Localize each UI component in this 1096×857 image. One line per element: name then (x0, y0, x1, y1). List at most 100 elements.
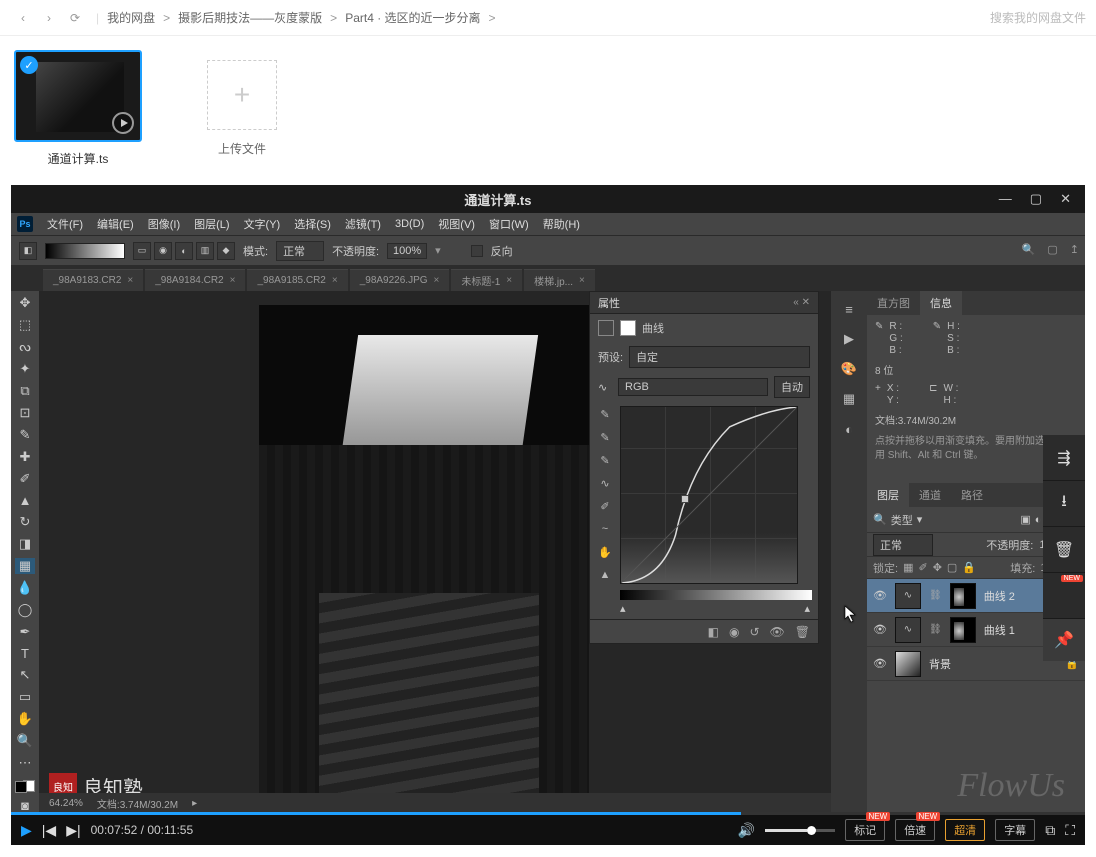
menu-view[interactable]: 视图(V) (432, 214, 481, 234)
new-feature-button[interactable]: NEW (1043, 573, 1085, 619)
eyedropper-tool-icon[interactable]: ✎ (15, 427, 35, 443)
layers-tab[interactable]: 图层 (867, 483, 909, 507)
properties-tab[interactable]: 属性 (598, 295, 620, 311)
doc-tab[interactable]: 楼梯.jp...× (524, 269, 595, 291)
speed-button[interactable]: 倍速NEW (895, 819, 935, 841)
shape-tool-icon[interactable]: ▭ (15, 689, 35, 705)
wand-tool-icon[interactable]: ✦ (15, 361, 35, 377)
view-prev-icon[interactable]: ◉ (729, 625, 739, 639)
hand-tool-icon[interactable]: ✋ (15, 711, 35, 727)
heal-tool-icon[interactable]: ✚ (15, 449, 35, 465)
panel-menu-icon[interactable]: « ✕ (793, 297, 810, 308)
sampler-icon[interactable]: ✎ (597, 429, 613, 445)
move-tool-icon[interactable]: ✥ (15, 295, 35, 311)
blend-mode-select[interactable]: 正常 (276, 241, 324, 261)
delete-button[interactable]: 🗑 (1043, 527, 1085, 573)
layer-mask-thumb[interactable] (950, 583, 976, 609)
doc-tab[interactable]: _98A9183.CR2× (43, 269, 143, 291)
grad-diamond-icon[interactable]: ◆ (217, 242, 235, 260)
dodge-tool-icon[interactable]: ◯ (15, 602, 35, 618)
nav-back-icon[interactable]: ‹ (12, 7, 34, 29)
bookmark-button[interactable]: 标记NEW (845, 819, 885, 841)
styles-dock-icon[interactable]: ▦ (839, 389, 859, 409)
crumb-1[interactable]: 摄影后期技法——灰度蒙版 (178, 9, 322, 26)
zoom-level[interactable]: 64.24% (49, 798, 83, 809)
plus-icon[interactable]: + (207, 60, 277, 130)
crumb-2[interactable]: Part4 · 选区的近一步分离 (345, 9, 480, 26)
grad-linear-icon[interactable]: ▭ (133, 242, 151, 260)
lock-pos-icon[interactable]: ✥ (933, 561, 942, 574)
curve-point[interactable] (681, 495, 689, 503)
pen-tool-icon[interactable]: ✒ (15, 624, 35, 640)
minimize-button[interactable]: — (999, 191, 1012, 207)
menu-filter[interactable]: 滤镜(T) (339, 214, 387, 234)
menu-window[interactable]: 窗口(W) (483, 214, 535, 234)
visibility-icon[interactable]: 👁 (873, 623, 887, 636)
menu-type[interactable]: 文字(Y) (238, 214, 287, 234)
menu-layer[interactable]: 图层(L) (188, 214, 235, 234)
download-button[interactable]: ⭳ (1043, 481, 1085, 527)
curve-mode-icon[interactable]: ∿ (597, 475, 613, 491)
doc-tab[interactable]: _98A9184.CR2× (145, 269, 245, 291)
check-icon[interactable]: ✓ (20, 56, 38, 74)
visibility-icon[interactable]: 👁 (873, 589, 887, 602)
path-tool-icon[interactable]: ↖ (15, 667, 35, 683)
auto-button[interactable]: 自动 (774, 376, 810, 398)
gradient-preview[interactable] (45, 243, 125, 259)
search-input[interactable]: 搜索我的网盘文件 (990, 9, 1086, 26)
filter-pixel-icon[interactable]: ▣ (1020, 513, 1030, 526)
play-icon[interactable] (112, 112, 134, 134)
blur-tool-icon[interactable]: 💧 (15, 580, 35, 596)
fullscreen-button[interactable]: ⛶ (1065, 822, 1075, 839)
brush-tool-icon[interactable]: ✐ (15, 471, 35, 487)
link-icon[interactable]: ⛓ (929, 624, 942, 635)
paths-tab[interactable]: 路径 (951, 483, 993, 507)
delete-icon[interactable]: 🗑 (795, 625, 810, 639)
stamp-tool-icon[interactable]: ▲ (15, 493, 35, 508)
pip-button[interactable]: ⧉ (1045, 822, 1055, 839)
reset-icon[interactable]: ↺ (749, 625, 759, 639)
volume-icon[interactable]: 🔊 (738, 822, 755, 839)
video-file-card[interactable]: ✓ 通道计算.ts (14, 50, 142, 167)
menu-file[interactable]: 文件(F) (41, 214, 89, 234)
upload-card[interactable]: + 上传文件 (178, 50, 306, 167)
volume-slider[interactable] (765, 829, 835, 832)
pin-button[interactable]: 📌 (1043, 619, 1085, 661)
history-brush-icon[interactable]: ↻ (15, 514, 35, 530)
tool-preset-icon[interactable]: ◧ (19, 242, 37, 260)
workspace-icon[interactable]: ▢ (1047, 243, 1057, 256)
layer-mask-thumb[interactable] (950, 617, 976, 643)
search-icon[interactable]: 🔍 (1022, 243, 1036, 256)
reverse-checkbox[interactable] (471, 245, 483, 257)
smooth-icon[interactable]: ~ (597, 521, 613, 537)
gradient-tool-icon[interactable]: ▦ (15, 558, 35, 574)
grad-radial-icon[interactable]: ◉ (154, 242, 172, 260)
lock-paint-icon[interactable]: ✐ (918, 561, 927, 574)
lock-nest-icon[interactable]: ▢ (947, 561, 957, 574)
info-tab[interactable]: 信息 (920, 291, 962, 315)
grad-reflect-icon[interactable]: ▥ (196, 242, 214, 260)
prev-button[interactable]: |◀ (42, 822, 56, 839)
opacity-input[interactable]: 100% (387, 243, 427, 259)
history-dock-icon[interactable]: ≡ (839, 299, 859, 319)
crumb-root[interactable]: 我的网盘 (107, 9, 155, 26)
nav-forward-icon[interactable]: › (38, 7, 60, 29)
close-button[interactable]: ✕ (1060, 191, 1071, 207)
channel-select[interactable]: RGB (618, 378, 768, 396)
crop-tool-icon[interactable]: ⧉ (15, 383, 35, 399)
visibility-icon[interactable]: 👁 (873, 657, 887, 670)
swatches-dock-icon[interactable]: 🎨 (839, 359, 859, 379)
hand-icon[interactable]: ✋ (597, 544, 613, 560)
layer-blend-select[interactable]: 正常 (873, 534, 933, 556)
menu-help[interactable]: 帮助(H) (537, 214, 586, 234)
doc-tab[interactable]: _98A9226.JPG× (350, 269, 450, 291)
clip-icon[interactable]: ▲ (597, 567, 613, 583)
quickmask-icon[interactable]: ◙ (15, 798, 35, 813)
pencil-mode-icon[interactable]: ✐ (597, 498, 613, 514)
next-button[interactable]: ▶| (66, 822, 80, 839)
link-icon[interactable]: ⛓ (929, 590, 942, 601)
menu-edit[interactable]: 编辑(E) (91, 214, 140, 234)
zoom-tool-icon[interactable]: 🔍 (15, 733, 35, 749)
doc-tab[interactable]: _98A9185.CR2× (247, 269, 347, 291)
type-tool-icon[interactable]: T (15, 646, 35, 661)
